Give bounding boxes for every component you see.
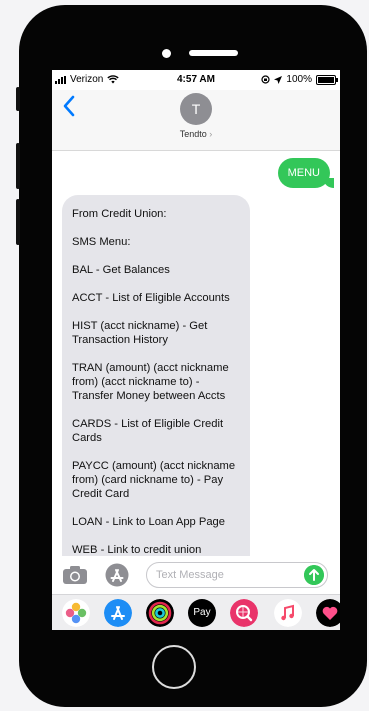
battery-icon: [316, 74, 338, 85]
app-store-icon[interactable]: [104, 599, 132, 627]
search-images-icon[interactable]: [230, 599, 258, 627]
message-thread[interactable]: MENU From Credit Union: SMS Menu: BAL - …: [52, 151, 340, 575]
message-line: BAL - Get Balances: [72, 264, 170, 276]
earpiece-speaker: [189, 50, 238, 56]
chevron-right-icon: ›: [209, 129, 213, 139]
camera-icon[interactable]: [62, 565, 88, 585]
avatar[interactable]: T: [180, 93, 212, 125]
apple-pay-icon[interactable]: Pay: [188, 599, 216, 627]
location-icon: [274, 75, 283, 84]
contact-name-button[interactable]: Tendto ›: [52, 129, 340, 139]
battery-percent: 100%: [286, 74, 312, 85]
orientation-lock-icon: [261, 75, 271, 84]
received-message-bubble[interactable]: From Credit Union: SMS Menu: BAL - Get B…: [62, 195, 250, 575]
app-store-icon[interactable]: [104, 563, 130, 587]
message-input[interactable]: Text Message: [146, 562, 328, 588]
conversation-header: T Tendto ›: [52, 90, 340, 151]
front-camera: [162, 49, 171, 58]
sent-message-text: MENU: [287, 167, 320, 179]
message-line: HIST (acct nickname) - Get Transaction H…: [72, 320, 208, 346]
message-line: PAYCC (amount) (acct nickname from) (car…: [72, 460, 236, 500]
message-composer: Text Message: [52, 556, 340, 594]
status-bar: Verizon 4:57 AM 100%: [52, 70, 340, 90]
back-icon[interactable]: [60, 94, 80, 118]
activity-icon[interactable]: [146, 599, 174, 627]
messages-screen: Verizon 4:57 AM 100% T Tendto › MENU Fro…: [52, 70, 340, 630]
apple-pay-label: Pay: [193, 607, 211, 618]
mute-switch: [16, 87, 20, 111]
sent-message-bubble[interactable]: MENU: [277, 158, 335, 188]
home-button[interactable]: [152, 645, 196, 689]
volume-up-button: [16, 143, 20, 189]
message-line: From Credit Union:: [72, 208, 167, 220]
message-line: CARDS - List of Eligible Credit Cards: [72, 418, 224, 444]
send-icon[interactable]: [304, 565, 324, 585]
status-right: 100%: [261, 74, 338, 85]
message-line: ACCT - List of Eligible Accounts: [72, 292, 230, 304]
heart-icon[interactable]: [316, 599, 340, 627]
photos-icon[interactable]: [62, 599, 90, 627]
message-line: TRAN (amount) (acct nickname from) (acct…: [72, 362, 229, 402]
message-line: LOAN - Link to Loan App Page: [72, 516, 225, 528]
message-input-placeholder: Text Message: [156, 569, 224, 581]
contact-name: Tendto: [179, 129, 207, 139]
message-line: SMS Menu:: [72, 236, 131, 248]
imessage-app-drawer: Pay: [52, 594, 340, 630]
music-icon[interactable]: [274, 599, 302, 627]
volume-down-button: [16, 199, 20, 245]
